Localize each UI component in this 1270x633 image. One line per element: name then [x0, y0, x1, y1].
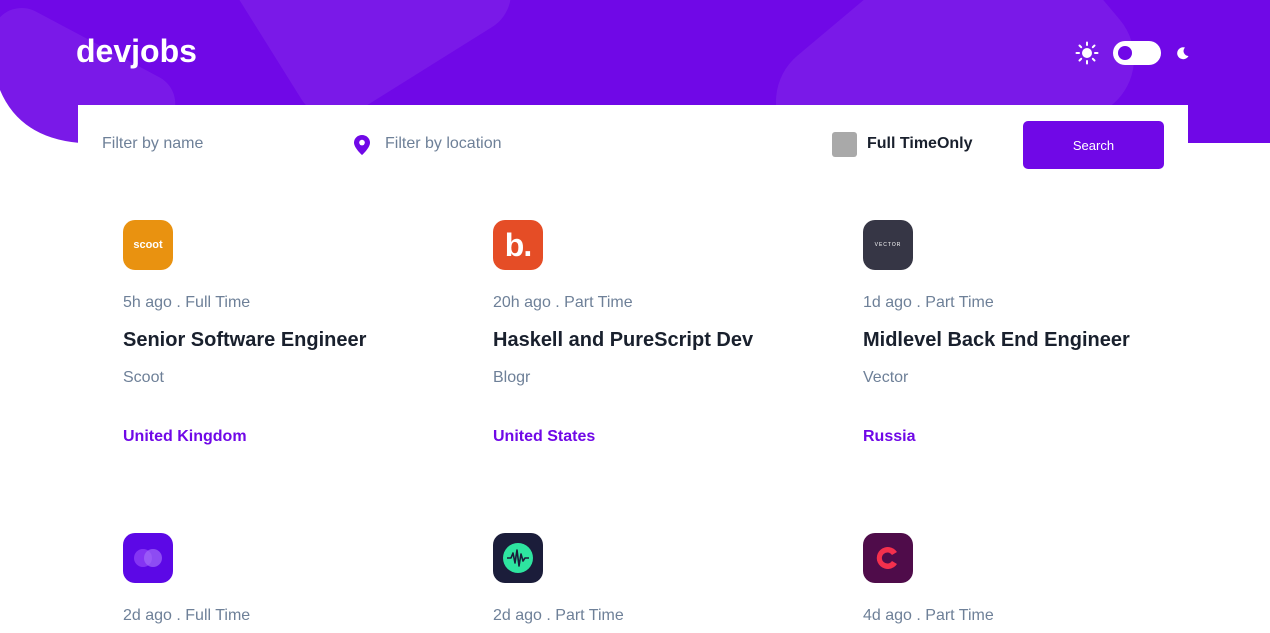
- job-card[interactable]: 4d ago . Part Time: [863, 533, 1193, 633]
- job-meta: 4d ago . Part Time: [863, 607, 994, 624]
- job-card[interactable]: scoot 5h ago . Full Time Senior Software…: [123, 220, 453, 490]
- company-logo-blogr: b.: [493, 220, 543, 270]
- theme-switch[interactable]: [1113, 41, 1161, 65]
- sun-icon: [1075, 41, 1099, 65]
- job-card[interactable]: 2d ago . Part Time: [493, 533, 823, 633]
- job-card[interactable]: 2d ago . Full Time: [123, 533, 453, 633]
- job-meta: 2d ago . Part Time: [493, 607, 624, 624]
- letter-c-icon: [876, 547, 897, 569]
- job-location: United States: [493, 428, 596, 445]
- fulltime-checkbox[interactable]: [832, 131, 857, 157]
- job-location: Russia: [863, 428, 916, 445]
- job-title[interactable]: Midlevel Back End Engineer: [863, 329, 1130, 352]
- job-meta: 1d ago . Part Time: [863, 294, 994, 311]
- moon-icon: [1177, 47, 1189, 60]
- job-card[interactable]: b. 20h ago . Part Time Haskell and PureS…: [493, 220, 823, 490]
- app-logo[interactable]: devjobs: [76, 33, 197, 70]
- company-logo-text: scoot: [133, 239, 163, 251]
- search-bar: Full TimeOnly Search: [78, 105, 1188, 184]
- job-meta: 5h ago . Full Time: [123, 294, 251, 311]
- company-logo-scoot: scoot: [123, 220, 173, 270]
- search-button[interactable]: Search: [1023, 121, 1164, 169]
- sound-wave-icon: [503, 543, 533, 573]
- location-pin-icon: [354, 135, 370, 155]
- job-company: Scoot: [123, 369, 164, 386]
- fulltime-label: Full TimeOnly: [867, 135, 973, 152]
- company-logo-wave: [493, 533, 543, 583]
- job-company: Vector: [863, 369, 909, 386]
- job-meta: 20h ago . Part Time: [493, 294, 633, 311]
- job-meta: 2d ago . Full Time: [123, 607, 251, 624]
- company-logo-vector: VECTOR: [863, 220, 913, 270]
- theme-switch-knob: [1118, 46, 1132, 60]
- company-logo-circles: [123, 533, 173, 583]
- job-title[interactable]: Haskell and PureScript Dev: [493, 329, 753, 352]
- company-logo-text: VECTOR: [874, 242, 902, 248]
- job-title[interactable]: Senior Software Engineer: [123, 329, 366, 352]
- job-location: United Kingdom: [123, 428, 247, 445]
- filter-location-input[interactable]: [385, 133, 645, 155]
- job-company: Blogr: [493, 369, 531, 386]
- company-logo-text: b.: [504, 226, 532, 263]
- theme-toggle[interactable]: [1075, 40, 1190, 66]
- company-logo-c: [863, 533, 913, 583]
- overlapping-circles-icon: [134, 549, 162, 567]
- fulltime-filter[interactable]: Full TimeOnly: [832, 131, 973, 157]
- filter-name-input[interactable]: [102, 133, 322, 155]
- job-card[interactable]: VECTOR 1d ago . Part Time Midlevel Back …: [863, 220, 1193, 490]
